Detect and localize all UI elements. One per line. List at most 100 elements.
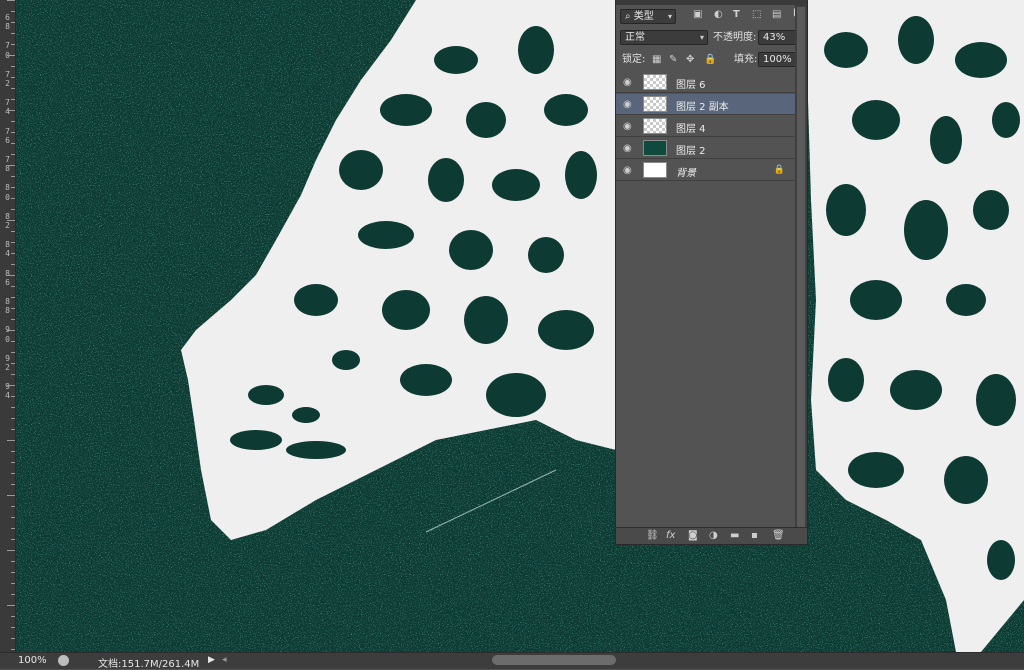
- pixel-filter-icon[interactable]: ▣: [693, 9, 702, 20]
- ruler-tick: [7, 385, 15, 386]
- blend-mode-dropdown[interactable]: 正常 ▾: [620, 30, 708, 45]
- ruler-tick: [11, 176, 15, 177]
- ruler-tick: [11, 572, 15, 573]
- zoom-level[interactable]: 100%: [18, 655, 47, 666]
- ruler-tick: [11, 253, 15, 254]
- opacity-value: 43%: [763, 32, 786, 43]
- folder-icon[interactable]: ▬: [730, 530, 739, 541]
- panel-scrollbar[interactable]: [795, 5, 807, 527]
- new-layer-icon[interactable]: ▪: [751, 530, 758, 541]
- ruler-tick: [11, 583, 15, 584]
- eye-icon[interactable]: ◉: [623, 143, 632, 154]
- layer-row[interactable]: ◉ 图层 4: [616, 116, 795, 137]
- layer-thumbnail[interactable]: [643, 118, 667, 134]
- status-info-icon[interactable]: [58, 655, 69, 666]
- layer-name[interactable]: 背景: [676, 164, 696, 179]
- adjustment-filter-icon[interactable]: ◐: [714, 9, 723, 20]
- type-filter-icon[interactable]: T: [733, 9, 740, 20]
- document-canvas[interactable]: [16, 0, 1024, 652]
- trash-icon[interactable]: 🗑: [772, 530, 785, 541]
- filter-kind-dropdown[interactable]: ⌕ 类型 ▾: [620, 9, 676, 24]
- ruler-label: 2: [5, 363, 10, 372]
- layer-row[interactable]: ◉ 背景 🔒: [616, 160, 795, 181]
- eye-icon[interactable]: ◉: [623, 165, 632, 176]
- layer-name[interactable]: 图层 2 副本: [676, 98, 729, 113]
- lock-paint-icon[interactable]: ✎: [669, 54, 677, 65]
- search-icon: ⌕: [625, 11, 631, 22]
- layer-row[interactable]: ◉ 图层 2: [616, 138, 795, 159]
- layer-thumbnail[interactable]: [643, 140, 667, 156]
- play-icon[interactable]: ▶: [208, 655, 215, 665]
- layer-thumbnail[interactable]: [643, 162, 667, 178]
- ruler-tick: [11, 88, 15, 89]
- ruler-tick: [11, 121, 15, 122]
- ruler-tick: [11, 649, 15, 650]
- panel-tabs[interactable]: [616, 0, 807, 5]
- ruler-tick: [11, 198, 15, 199]
- ruler-tick: [7, 550, 15, 551]
- lock-icon: 🔒: [773, 165, 785, 175]
- ruler-tick: [11, 396, 15, 397]
- chevron-down-icon: ▾: [667, 12, 672, 21]
- ruler-tick: [11, 539, 15, 540]
- layer-name[interactable]: 图层 2: [676, 142, 706, 157]
- layer-thumbnail[interactable]: [643, 74, 667, 90]
- ruler-tick: [11, 594, 15, 595]
- ruler-tick: [11, 99, 15, 100]
- ruler-label: 2: [5, 79, 10, 88]
- fx-icon[interactable]: fx: [666, 530, 675, 541]
- ruler-label: 8: [5, 297, 10, 306]
- scroll-left-icon[interactable]: ◂: [222, 655, 227, 665]
- ruler-tick: [11, 231, 15, 232]
- ruler-tick: [11, 484, 15, 485]
- ruler-tick: [7, 165, 15, 166]
- ruler-tick: [11, 616, 15, 617]
- ruler-tick: [11, 209, 15, 210]
- lock-transparent-icon[interactable]: ▦: [652, 54, 661, 65]
- vertical-ruler: 6870727476788082848688909294: [0, 0, 16, 652]
- ruler-tick: [11, 451, 15, 452]
- ruler-label: 0: [5, 334, 10, 344]
- ruler-tick: [11, 286, 15, 287]
- ruler-tick: [11, 308, 15, 309]
- ruler-tick: [11, 561, 15, 562]
- layers-panel-footer: ⛓ fx ◙ ◑ ▬ ▪ 🗑: [616, 527, 807, 544]
- ruler-tick: [11, 429, 15, 430]
- ruler-tick: [7, 605, 15, 606]
- lock-position-icon[interactable]: ✥: [686, 54, 694, 65]
- ruler-tick: [11, 341, 15, 342]
- link-icon[interactable]: ⛓: [646, 530, 659, 541]
- lock-all-icon[interactable]: 🔒: [704, 54, 716, 65]
- blend-mode-value: 正常: [625, 32, 645, 43]
- artwork: [16, 0, 1024, 652]
- ruler-tick: [11, 462, 15, 463]
- ruler-tick: [11, 517, 15, 518]
- ruler-tick: [7, 0, 15, 1]
- ruler-tick: [11, 132, 15, 133]
- shape-filter-icon[interactable]: ⬚: [752, 9, 761, 20]
- smart-object-filter-icon[interactable]: ▤: [772, 9, 781, 20]
- lock-label: 锁定:: [622, 54, 646, 65]
- ruler-tick: [11, 11, 15, 12]
- eye-icon[interactable]: ◉: [623, 77, 632, 88]
- eye-icon[interactable]: ◉: [623, 99, 632, 110]
- layer-name[interactable]: 图层 4: [676, 120, 706, 135]
- ruler-label: 4: [5, 249, 10, 259]
- adjustment-icon[interactable]: ◑: [709, 530, 718, 541]
- layer-row[interactable]: ◉ 图层 2 副本: [616, 94, 795, 115]
- horizontal-scrollbar[interactable]: [492, 655, 616, 665]
- eye-icon[interactable]: ◉: [623, 121, 632, 132]
- filter-kind-label: 类型: [633, 11, 654, 22]
- layer-name[interactable]: 图层 6: [676, 76, 706, 91]
- panel-scroll-thumb[interactable]: [797, 7, 805, 527]
- fill-label: 填充:: [734, 54, 758, 65]
- ruler-tick: [11, 638, 15, 639]
- ruler-tick: [11, 418, 15, 419]
- ruler-label: 6: [5, 13, 10, 22]
- layer-thumbnail[interactable]: [643, 96, 667, 112]
- layer-row[interactable]: ◉ 图层 6: [616, 72, 795, 93]
- mask-icon[interactable]: ◙: [688, 530, 698, 541]
- ruler-label: 7: [5, 98, 10, 108]
- ruler-tick: [11, 407, 15, 408]
- ruler-tick: [7, 440, 15, 441]
